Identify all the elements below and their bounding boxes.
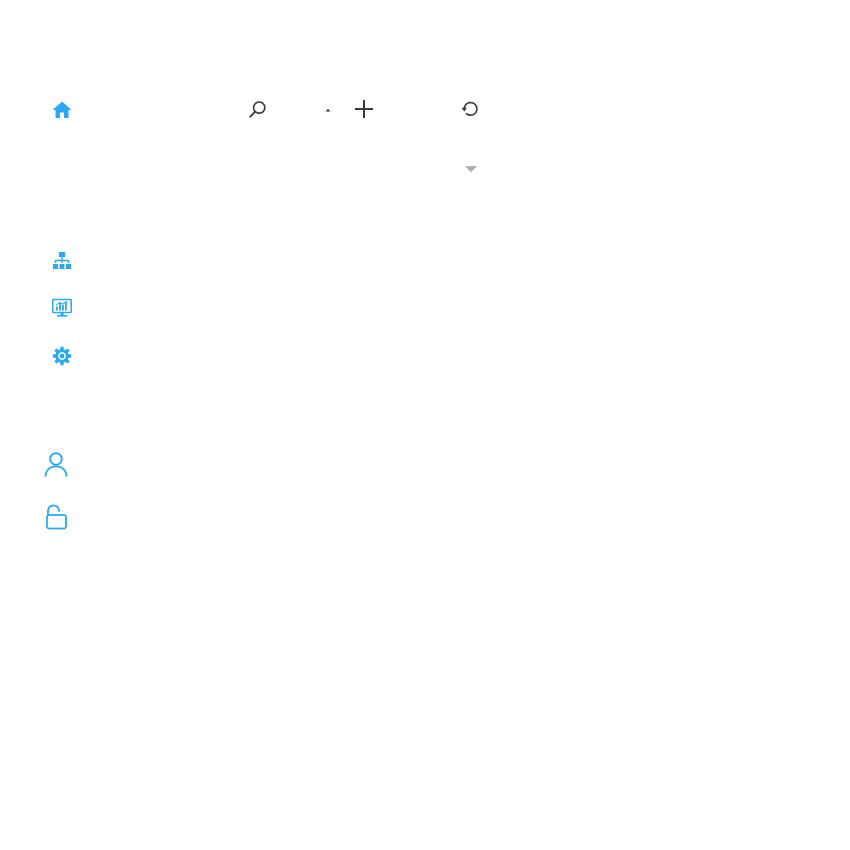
- home-icon[interactable]: [51, 99, 73, 121]
- search-icon[interactable]: [247, 99, 269, 121]
- caret-up-icon[interactable]: [322, 104, 334, 116]
- app-page: [0, 0, 850, 850]
- refresh-icon[interactable]: [459, 98, 481, 120]
- gear-icon[interactable]: [51, 345, 73, 367]
- unlock-icon[interactable]: [44, 503, 70, 531]
- dropdown-caret-down-icon[interactable]: [463, 162, 479, 176]
- network-topology-icon[interactable]: [51, 250, 73, 272]
- monitor-chart-icon[interactable]: [51, 297, 73, 319]
- plus-icon[interactable]: [353, 98, 375, 120]
- user-icon[interactable]: [43, 450, 69, 478]
